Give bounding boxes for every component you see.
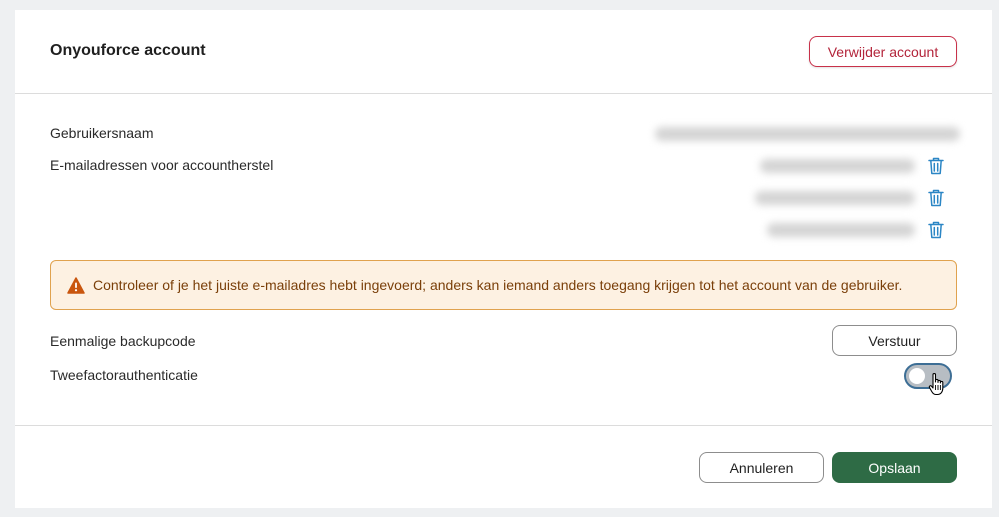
- recovery-emails-label: E-mailadressen voor accountherstel: [50, 157, 274, 173]
- hand-pointer-icon: [928, 372, 944, 396]
- recovery-email-2-redacted: [755, 191, 915, 205]
- account-card: Onyouforce account Verwijder account Geb…: [15, 10, 992, 508]
- trash-icon[interactable]: [928, 221, 944, 239]
- toggle-knob: [909, 368, 925, 384]
- two-factor-label: Tweefactorauthenticatie: [50, 367, 198, 383]
- save-button[interactable]: Opslaan: [832, 452, 957, 483]
- delete-account-button[interactable]: Verwijder account: [809, 36, 957, 67]
- card-header: Onyouforce account Verwijder account: [15, 10, 992, 94]
- username-label: Gebruikersnaam: [50, 125, 154, 141]
- warning-text: Controleer of je het juiste e-mailadres …: [93, 277, 903, 293]
- trash-icon[interactable]: [928, 189, 944, 207]
- username-value-redacted: [655, 127, 960, 141]
- send-backup-code-button[interactable]: Verstuur: [832, 325, 957, 356]
- warning-alert: Controleer of je het juiste e-mailadres …: [50, 260, 957, 310]
- warning-icon: [67, 277, 85, 294]
- backup-code-label: Eenmalige backupcode: [50, 333, 196, 349]
- recovery-email-3-redacted: [767, 223, 915, 237]
- recovery-email-1-redacted: [760, 159, 915, 173]
- page-title: Onyouforce account: [50, 42, 206, 59]
- trash-icon[interactable]: [928, 157, 944, 175]
- footer-divider: [15, 425, 992, 426]
- cancel-button[interactable]: Annuleren: [699, 452, 824, 483]
